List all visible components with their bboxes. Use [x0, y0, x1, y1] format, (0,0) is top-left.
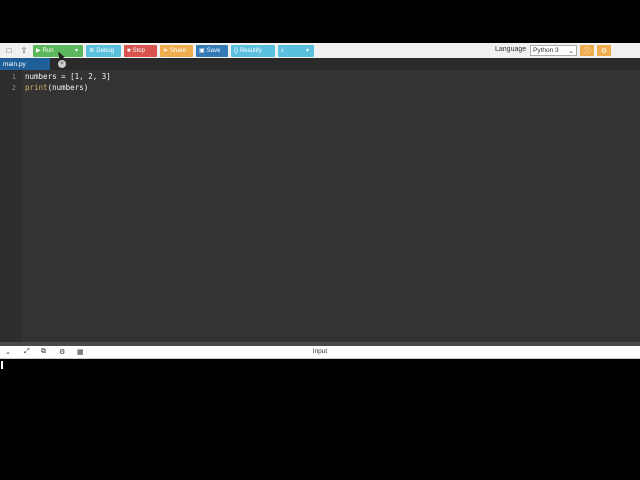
- code-line-1: numbers = [1, 2, 3]: [25, 72, 111, 81]
- info-icon: ⓘ: [583, 47, 591, 55]
- language-selected: Python 3: [533, 47, 559, 54]
- code-args: (numbers): [47, 83, 89, 92]
- file-icon[interactable]: □: [3, 45, 15, 57]
- io-title: Input: [312, 348, 328, 355]
- text-cursor: [1, 361, 3, 369]
- code-line-2: print(numbers): [25, 83, 88, 92]
- save-button[interactable]: ▣ Save: [196, 44, 228, 57]
- share-label: Share: [170, 47, 187, 54]
- share-icon: ➤: [163, 48, 169, 54]
- io-toolbar: Input ⌄ ⤢ ⧉ ⚙ ▦: [0, 346, 640, 359]
- beautify-label: Beautify: [240, 47, 262, 54]
- run-label: Run: [42, 48, 54, 54]
- language-label: Language: [495, 46, 527, 53]
- clear-icon[interactable]: ▦: [77, 348, 84, 356]
- line-number: 1: [11, 73, 16, 81]
- upload-icon[interactable]: ⇧: [18, 45, 30, 57]
- tab-bar: main.py ×: [0, 58, 640, 70]
- download-button[interactable]: ⤓ ▾: [278, 44, 314, 57]
- stop-button[interactable]: ■ Stop: [124, 44, 157, 57]
- gear-icon: ⚙: [600, 47, 608, 55]
- tab-main-py[interactable]: main.py: [0, 58, 50, 70]
- debug-label: Debug: [96, 47, 115, 54]
- beautify-button[interactable]: {} Beautify: [231, 44, 275, 57]
- stop-icon: ■: [127, 47, 131, 54]
- play-icon: ▶: [36, 48, 41, 54]
- download-icon: ⤓: [281, 47, 284, 53]
- language-select[interactable]: Python 3 ⌄: [530, 45, 577, 56]
- line-gutter: 1 2: [0, 70, 22, 342]
- copy-icon[interactable]: ⧉: [41, 348, 46, 356]
- collapse-icon[interactable]: ⌄: [5, 348, 11, 356]
- debug-button[interactable]: ⚙ Debug: [86, 44, 121, 57]
- settings-button[interactable]: ⚙: [597, 45, 611, 56]
- close-tab-icon[interactable]: ×: [58, 60, 66, 68]
- line-number: 2: [11, 84, 16, 92]
- save-icon: ▣: [199, 48, 205, 54]
- info-button[interactable]: ⓘ: [580, 45, 594, 56]
- braces-icon: {}: [234, 47, 239, 54]
- tab-label: main.py: [3, 60, 26, 68]
- chevron-down-icon[interactable]: ▾: [75, 47, 78, 54]
- console-output[interactable]: [0, 359, 640, 480]
- stop-label: Stop: [132, 47, 145, 54]
- expand-icon[interactable]: ⤢: [24, 348, 30, 356]
- debug-icon: ⚙: [89, 48, 95, 54]
- gear-icon[interactable]: ⚙: [59, 348, 65, 356]
- chevron-down-icon[interactable]: ▾: [306, 47, 309, 54]
- code-editor[interactable]: 1 2 numbers = [1, 2, 3] print(numbers): [0, 70, 640, 342]
- share-button[interactable]: ➤ Share: [160, 44, 193, 57]
- code-func: print: [25, 83, 48, 92]
- chevron-down-icon: ⌄: [568, 47, 574, 55]
- save-label: Save: [206, 47, 221, 54]
